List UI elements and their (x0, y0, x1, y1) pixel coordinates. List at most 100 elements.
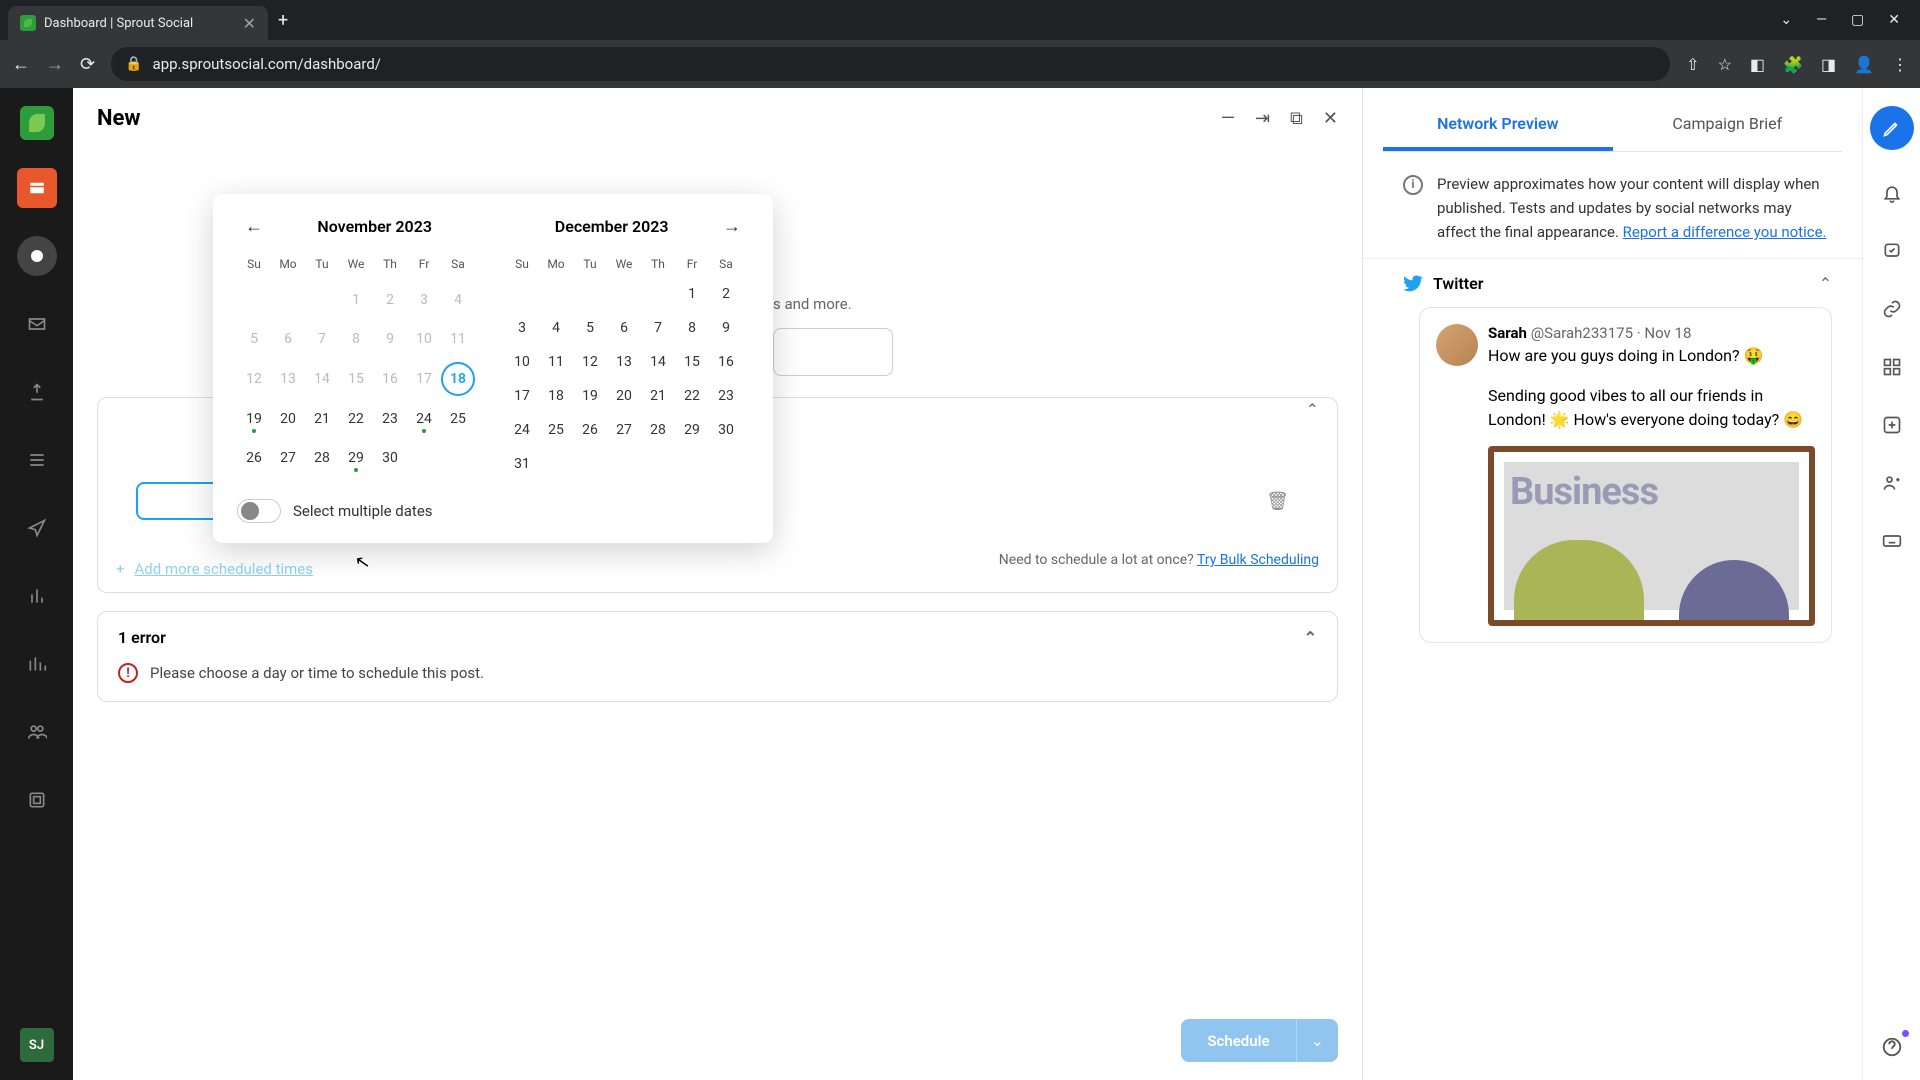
window-dropdown-icon[interactable]: ⌄ (1780, 12, 1792, 28)
calendar-day[interactable]: 20 (271, 402, 305, 436)
notifications-icon[interactable] (1877, 178, 1907, 208)
multi-date-toggle[interactable] (237, 499, 281, 523)
window-maximize-icon[interactable]: ▢ (1851, 12, 1864, 28)
tab-campaign-brief[interactable]: Campaign Brief (1613, 100, 1843, 151)
calendar-day[interactable]: 28 (641, 413, 675, 447)
apps-icon[interactable] (1877, 352, 1907, 382)
delete-schedule-icon[interactable]: 🗑 (1266, 491, 1289, 512)
calendar-day[interactable]: 7 (641, 311, 675, 345)
collapse-icon[interactable]: ⇥ (1255, 108, 1270, 129)
bulk-scheduling-link[interactable]: Try Bulk Scheduling (1197, 552, 1319, 568)
calendar-day[interactable]: 21 (305, 402, 339, 436)
calendar-day[interactable]: 25 (441, 402, 475, 436)
extensions-menu-icon[interactable]: 🧩 (1783, 55, 1803, 74)
next-month-button[interactable]: → (715, 212, 749, 241)
calendar-day[interactable]: 13 (607, 345, 641, 379)
window-minimize-icon[interactable]: — (1816, 12, 1827, 28)
calendar-day[interactable]: 19 (573, 379, 607, 413)
tab-close-icon[interactable]: ✕ (243, 14, 256, 33)
calendar-day[interactable]: 27 (607, 413, 641, 447)
keyboard-icon[interactable] (1877, 526, 1907, 556)
schedule-dropdown-icon[interactable]: ⌄ (1296, 1019, 1338, 1062)
calendar-day[interactable]: 19 (237, 402, 271, 436)
calendar-day[interactable]: 26 (573, 413, 607, 447)
copy-icon[interactable]: ⧉ (1290, 108, 1303, 129)
nav-analytics[interactable] (17, 576, 57, 616)
report-difference-link[interactable]: Report a difference you notice. (1623, 223, 1827, 241)
close-composer-icon[interactable]: ✕ (1323, 108, 1338, 129)
calendar-day[interactable]: 22 (675, 379, 709, 413)
calendar-day[interactable]: 22 (339, 402, 373, 436)
calendar-day[interactable]: 29 (675, 413, 709, 447)
nav-publishing[interactable] (17, 168, 57, 208)
calendar-day[interactable]: 15 (675, 345, 709, 379)
help-icon[interactable] (1877, 1032, 1907, 1062)
calendar-day[interactable]: 18 (539, 379, 573, 413)
calendar-day[interactable]: 30 (373, 441, 407, 475)
nav-send[interactable] (17, 508, 57, 548)
sidepanel-icon[interactable]: ◨ (1821, 55, 1836, 74)
calendar-day[interactable]: 27 (271, 441, 305, 475)
calendar-day[interactable]: 1 (675, 277, 709, 311)
calendar-day[interactable]: 14 (641, 345, 675, 379)
calendar-day[interactable]: 11 (539, 345, 573, 379)
calendar-day[interactable]: 3 (505, 311, 539, 345)
reload-button[interactable]: ⟳ (80, 54, 95, 75)
calendar-day[interactable]: 12 (573, 345, 607, 379)
back-button[interactable]: ← (12, 54, 30, 75)
input-outline[interactable] (773, 328, 893, 376)
calendar-day[interactable]: 29 (339, 441, 373, 475)
site-info-icon[interactable]: 🔒 (125, 56, 142, 72)
bookmark-icon[interactable]: ☆ (1718, 55, 1732, 74)
sprout-logo[interactable] (20, 106, 54, 140)
link-icon[interactable] (1877, 294, 1907, 324)
nav-listening[interactable] (17, 440, 57, 480)
prev-month-button[interactable]: ← (237, 212, 271, 241)
calendar-day[interactable]: 20 (607, 379, 641, 413)
browser-tab[interactable]: Dashboard | Sprout Social ✕ (8, 6, 268, 40)
collapse-section-icon[interactable]: ⌃ (1306, 400, 1319, 419)
tab-network-preview[interactable]: Network Preview (1383, 100, 1613, 151)
minimize-composer-icon[interactable]: — (1221, 108, 1235, 129)
add-scheduled-time-button[interactable]: + Add more scheduled times (116, 560, 313, 578)
browser-menu-icon[interactable]: ⋮ (1892, 55, 1908, 74)
tasks-icon[interactable] (1877, 236, 1907, 266)
schedule-button[interactable]: Schedule ⌄ (1181, 1019, 1338, 1062)
calendar-day[interactable]: 28 (305, 441, 339, 475)
calendar-day[interactable]: 24 (407, 402, 441, 436)
calendar-day[interactable]: 2 (709, 277, 743, 311)
new-tab-button[interactable]: + (278, 10, 288, 31)
compose-fab[interactable] (1870, 106, 1914, 150)
calendar-day[interactable]: 5 (573, 311, 607, 345)
calendar-day[interactable]: 26 (237, 441, 271, 475)
calendar-day[interactable]: 31 (505, 447, 539, 481)
calendar-day[interactable]: 9 (709, 311, 743, 345)
calendar-day[interactable]: 6 (607, 311, 641, 345)
nav-reports[interactable] (17, 644, 57, 684)
add-icon[interactable] (1877, 410, 1907, 440)
calendar-day[interactable]: 24 (505, 413, 539, 447)
people-icon[interactable] (1877, 468, 1907, 498)
calendar-day[interactable]: 4 (539, 311, 573, 345)
address-bar[interactable]: 🔒 app.sproutsocial.com/dashboard/ (111, 47, 1670, 81)
calendar-day[interactable]: 25 (539, 413, 573, 447)
share-icon[interactable]: ⇧ (1686, 55, 1699, 74)
errors-header[interactable]: 1 error ⌃ (98, 612, 1337, 663)
calendar-day[interactable]: 30 (709, 413, 743, 447)
calendar-day[interactable]: 10 (505, 345, 539, 379)
nav-inbox[interactable] (17, 304, 57, 344)
nav-compose[interactable] (17, 236, 57, 276)
nav-team[interactable] (17, 712, 57, 752)
calendar-day[interactable]: 17 (505, 379, 539, 413)
calendar-day[interactable]: 21 (641, 379, 675, 413)
user-avatar[interactable]: SJ (20, 1028, 54, 1062)
extension-icon[interactable]: ◧ (1750, 55, 1765, 74)
nav-library[interactable] (17, 780, 57, 820)
profile-icon[interactable]: 👤 (1854, 55, 1874, 74)
calendar-day[interactable]: 16 (709, 345, 743, 379)
calendar-day[interactable]: 8 (675, 311, 709, 345)
nav-feeds[interactable] (17, 372, 57, 412)
calendar-day[interactable]: 23 (709, 379, 743, 413)
window-close-icon[interactable]: ✕ (1888, 12, 1900, 28)
calendar-day[interactable]: 23 (373, 402, 407, 436)
